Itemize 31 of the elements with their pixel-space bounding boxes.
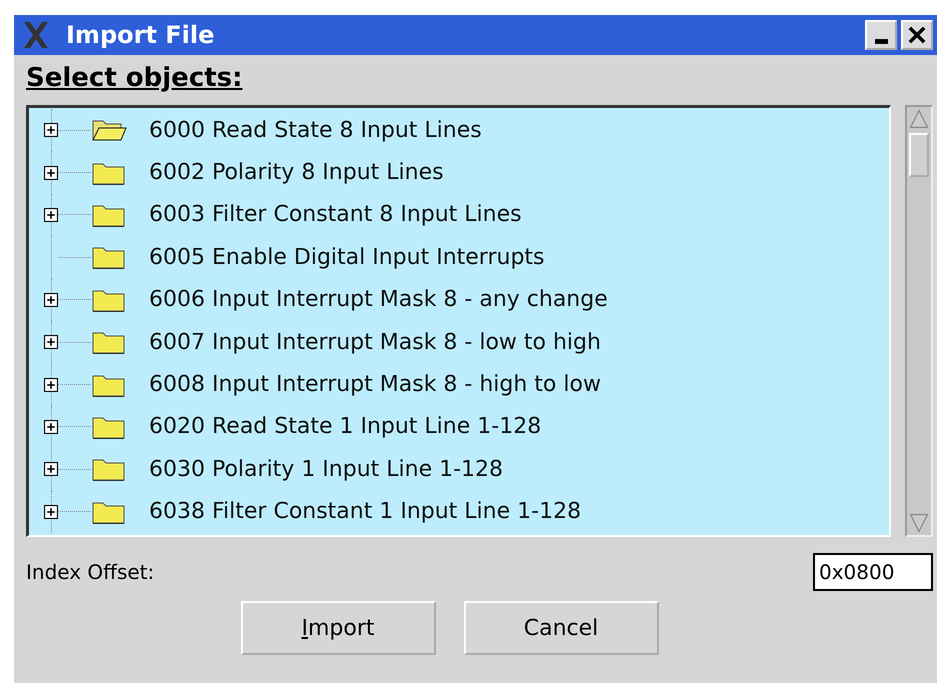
tree-item[interactable]: 6000 Read State 8 Input Lines [149, 118, 482, 143]
tree-item[interactable]: 6038 Filter Constant 1 Input Line 1-128 [149, 499, 582, 524]
dialog-button[interactable]: Cancel [464, 601, 658, 655]
window-title: Import File [66, 21, 216, 49]
expand-icon[interactable] [44, 420, 58, 434]
tree-item[interactable]: 6002 Polarity 8 Input Lines [149, 160, 444, 186]
tree-item[interactable]: 6006 Input Interrupt Mask 8 - any change [149, 287, 608, 312]
index-offset-field[interactable]: 0x0800 [813, 553, 933, 591]
dialog-button[interactable]: Import [240, 601, 436, 655]
close-button[interactable] [901, 20, 933, 50]
tree-item[interactable]: 6005 Enable Digital Input Interrupts [149, 244, 545, 270]
tree-item[interactable]: 6008 Input Interrupt Mask 8 - high to low [149, 372, 601, 398]
close-icon [907, 25, 927, 45]
tree-item[interactable]: 6020 Read State 1 Input Line 1-128 [149, 414, 542, 440]
expand-icon[interactable] [44, 378, 58, 392]
vertical-scrollbar[interactable] [905, 105, 933, 537]
minimize-icon [874, 38, 888, 44]
tree-item[interactable]: 6030 Polarity 1 Input Line 1-128 [149, 456, 504, 482]
section-heading: Select objects: [26, 63, 243, 93]
scroll-thumb[interactable] [909, 133, 929, 177]
expand-icon[interactable] [44, 335, 58, 350]
expand-icon[interactable] [44, 208, 58, 222]
index-offset-label: Index Offset: [26, 560, 154, 584]
expand-icon[interactable] [44, 504, 58, 519]
tree-item[interactable]: 6003 Filter Constant 8 Input Lines [149, 202, 522, 228]
expand-icon[interactable] [44, 166, 58, 180]
expand-icon[interactable] [44, 292, 58, 307]
expand-icon[interactable] [44, 123, 58, 138]
expand-icon[interactable] [44, 462, 58, 476]
minimize-button[interactable] [865, 20, 897, 50]
tree-item[interactable]: 6007 Input Interrupt Mask 8 - low to high [149, 330, 601, 355]
